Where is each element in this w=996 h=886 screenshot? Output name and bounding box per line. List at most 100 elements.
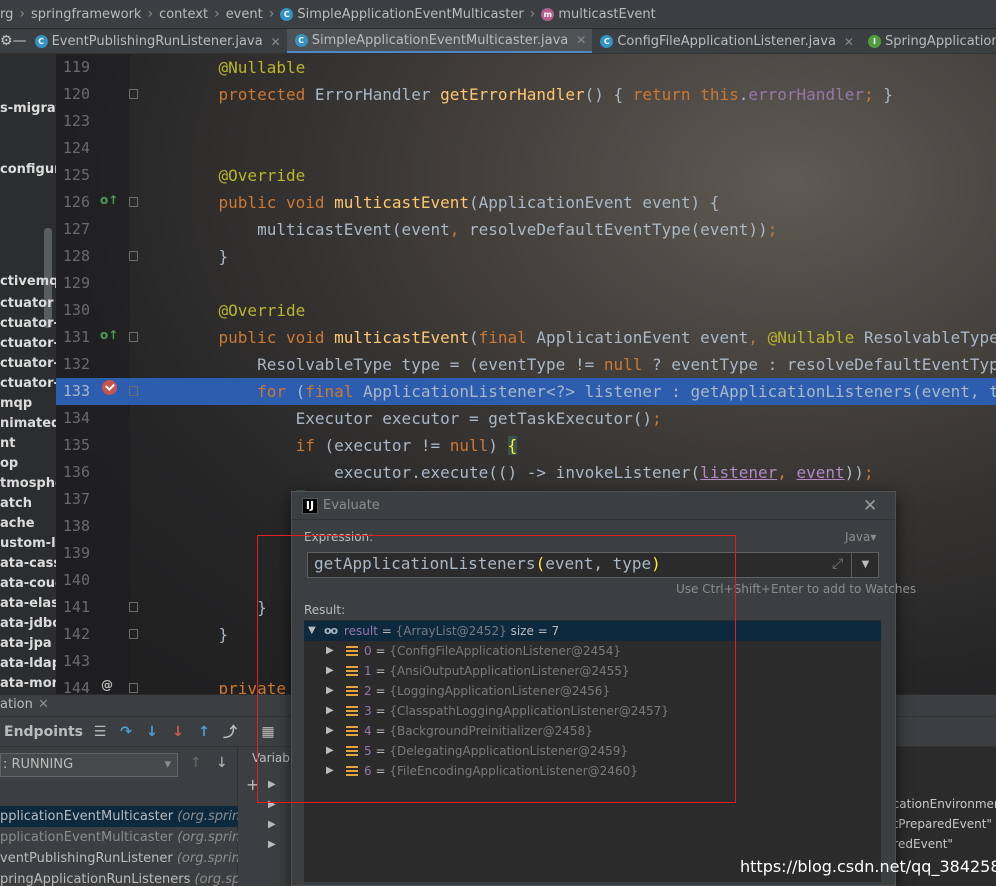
tab-event-publishing-run-listener[interactable]: C EventPublishingRunListener.java ✕ <box>27 29 287 53</box>
history-dropdown[interactable]: ▼ <box>851 553 879 577</box>
project-tree-item[interactable]: ctuator-m <box>0 354 56 374</box>
code-line[interactable]: 132 ResolvableType type = (eventType != … <box>56 351 996 378</box>
expression-input[interactable]: getApplicationListeners(event, type) ⤢ ▼ <box>307 552 879 578</box>
fold-marker-icon[interactable] <box>129 89 138 99</box>
breakpoint-icon[interactable] <box>102 380 117 395</box>
table-icon[interactable]: ▦ <box>255 719 281 745</box>
project-tree-item[interactable]: ustom-la <box>0 534 56 554</box>
code-line[interactable]: 129 <box>56 270 996 297</box>
result-item-row[interactable]: ▶ 6 = {FileEncodingApplicationListener@24… <box>304 761 881 781</box>
breadcrumb-package[interactable]: springframework <box>31 7 141 22</box>
project-tree-item[interactable]: ata-mon <box>0 674 56 694</box>
tab-config-file-application-listener[interactable]: C ConfigFileApplicationListener.java ✕ <box>592 29 860 53</box>
result-tree[interactable]: ▼ oo result = {ArrayList@2452} size = 7 … <box>304 620 881 882</box>
project-tree-item[interactable]: ctuator <box>0 294 54 314</box>
fold-marker-icon[interactable] <box>129 629 138 639</box>
project-tree-item[interactable]: ata-elast <box>0 594 56 614</box>
expand-arrow-icon[interactable]: ▶ <box>326 761 334 781</box>
override-icon[interactable]: o↑ <box>100 193 118 207</box>
project-tree-item[interactable]: ctuator-l <box>0 334 56 354</box>
stack-frame[interactable]: pplicationEventMulticaster (org.springfr… <box>0 827 238 848</box>
tab-spring-application-run-listeners[interactable]: ISpringApplicationRunListene <box>860 29 996 53</box>
debug-tab-label[interactable]: ation <box>0 697 33 712</box>
breadcrumb-method[interactable]: m multicastEvent <box>541 7 656 22</box>
expand-arrow-icon[interactable]: ▶ <box>268 819 276 830</box>
code-line[interactable]: 125 @Override <box>56 162 996 189</box>
step-into-icon[interactable]: ↓ <box>139 719 165 745</box>
fold-marker-icon[interactable] <box>129 683 138 693</box>
step-over-icon[interactable]: ↷ <box>113 719 139 745</box>
language-selector[interactable]: Java▾ <box>845 530 876 544</box>
code-line[interactable]: 131 public void multicastEvent(final App… <box>56 324 996 351</box>
expand-arrow-icon[interactable]: ▶ <box>326 641 334 661</box>
breadcrumb-package[interactable]: rg <box>0 7 13 22</box>
result-item-row[interactable]: ▶ 3 = {ClasspathLoggingApplicationListene… <box>304 701 881 721</box>
arrow-down-icon[interactable]: ↓ <box>216 755 228 771</box>
stack-frame[interactable]: ventPublishingRunListener (org.springfra… <box>0 848 238 869</box>
project-tree-item[interactable]: ata-couc <box>0 574 56 594</box>
close-icon[interactable]: ✕ <box>271 35 281 49</box>
result-item-row[interactable]: ▶ 1 = {AnsiOutputApplicationListener@2455… <box>304 661 881 681</box>
expand-arrow-icon[interactable]: ▶ <box>268 779 276 790</box>
expand-arrow-icon[interactable]: ▶ <box>326 701 334 721</box>
code-line[interactable]: 123 <box>56 108 996 135</box>
code-line[interactable]: 119 @Nullable <box>56 54 996 81</box>
force-step-into-icon[interactable]: ↓ <box>165 719 191 745</box>
expand-arrow-icon[interactable]: ▶ <box>268 799 276 810</box>
menu-icon[interactable]: ☰ <box>87 719 113 745</box>
project-tree-item[interactable]: ata-jdbc <box>0 614 56 634</box>
fold-marker-icon[interactable] <box>129 602 138 612</box>
close-icon[interactable]: ✕ <box>844 35 854 49</box>
expand-arrow-icon[interactable]: ▶ <box>326 741 334 761</box>
gear-icon[interactable]: ⚙ <box>0 29 13 53</box>
override-icon[interactable]: o↑ <box>100 328 118 342</box>
project-tree-item[interactable]: ctuator-u <box>0 374 56 394</box>
code-line[interactable]: 130 @Override <box>56 297 996 324</box>
result-item-row[interactable]: ▶ 5 = {DelegatingApplicationListener@2459… <box>304 741 881 761</box>
project-tree-item[interactable]: nt <box>0 434 15 454</box>
result-item-row[interactable]: ▶ 4 = {BackgroundPreinitializer@2458} <box>304 721 881 741</box>
project-tree-item[interactable]: atch <box>0 494 32 514</box>
project-tree-item[interactable]: ata-jpa <box>0 634 52 654</box>
result-root-row[interactable]: ▼ oo result = {ArrayList@2452} size = 7 <box>304 621 881 641</box>
fold-marker-icon[interactable] <box>129 386 138 396</box>
code-line[interactable]: 133 for (final ApplicationListener<?> li… <box>56 378 996 405</box>
expand-arrow-icon[interactable]: ▶ <box>268 839 276 850</box>
tab-simple-application-event-multicaster[interactable]: C SimpleApplicationEventMulticaster.java ✕ <box>286 29 593 53</box>
result-item-row[interactable]: ▶ 2 = {LoggingApplicationListener@2456} <box>304 681 881 701</box>
endpoints-tab[interactable]: Endpoints <box>0 719 87 745</box>
collapse-arrow-icon[interactable]: ▼ <box>308 621 316 641</box>
code-line[interactable]: 126 public void multicastEvent(Applicati… <box>56 189 996 216</box>
project-tree-item[interactable]: configur <box>0 160 56 180</box>
project-tree-item[interactable]: nimated- <box>0 414 56 434</box>
project-tree-item[interactable]: ata-cassa <box>0 554 56 574</box>
project-tree-item[interactable]: ctuator-c <box>0 314 56 334</box>
close-icon[interactable]: ✕ <box>863 496 877 516</box>
close-icon[interactable]: ✕ <box>38 697 49 712</box>
result-item-row[interactable]: ▶ 0 = {ConfigFileApplicationListener@2454… <box>304 641 881 661</box>
project-tree-item[interactable]: ctivemq <box>0 272 56 292</box>
expand-arrow-icon[interactable]: ▶ <box>326 681 334 701</box>
expand-arrow-icon[interactable]: ▶ <box>326 721 334 741</box>
project-tree-item[interactable]: tmosphe <box>0 474 56 494</box>
add-watch-icon[interactable]: + <box>246 775 259 794</box>
code-line[interactable]: 124 <box>56 135 996 162</box>
code-line[interactable]: 136 executor.execute(() -> invokeListene… <box>56 459 996 486</box>
stack-frame[interactable]: pringApplicationRunListeners (org.spring… <box>0 869 238 886</box>
project-tree-item[interactable]: op <box>0 454 18 474</box>
drop-frame-icon[interactable]: ⤴ <box>217 719 243 745</box>
step-out-icon[interactable]: ↑ <box>191 719 217 745</box>
project-tree-item[interactable]: s-migrat <box>0 99 56 119</box>
code-line[interactable]: 120 protected ErrorHandler getErrorHandl… <box>56 81 996 108</box>
breadcrumb-package[interactable]: event <box>226 7 263 22</box>
code-line[interactable]: 128 } <box>56 243 996 270</box>
code-line[interactable]: 134 Executor executor = getTaskExecutor(… <box>56 405 996 432</box>
code-line[interactable]: 135 if (executor != null) { <box>56 432 996 459</box>
code-line[interactable]: 127 multicastEvent(event, resolveDefault… <box>56 216 996 243</box>
expand-icon[interactable]: ⤢ <box>832 556 843 572</box>
arrow-up-icon[interactable]: ↑ <box>190 755 202 771</box>
project-tree-item[interactable]: ache <box>0 514 35 534</box>
fold-marker-icon[interactable] <box>129 251 138 261</box>
breadcrumb-package[interactable]: context <box>159 7 208 22</box>
close-icon[interactable]: ✕ <box>576 33 586 47</box>
